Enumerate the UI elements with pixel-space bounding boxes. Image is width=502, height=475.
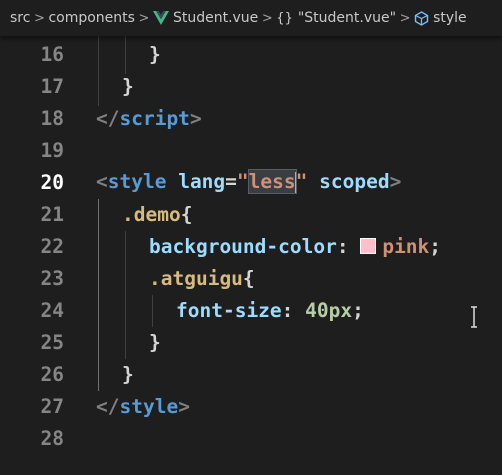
css-selector: .demo [122,202,181,226]
close-brace: } [149,42,161,66]
css-rule: .demo{ [122,203,192,226]
code-line: 21 .demo{ [0,198,502,230]
breadcrumb-file[interactable]: Student.vue [173,10,258,26]
css-semicolon: ; [352,298,364,322]
css-rule: .atguigu{ [149,267,255,290]
breadcrumb-style[interactable]: style [433,10,467,26]
tag-name: script [119,106,190,130]
css-colon: : [281,298,306,322]
attr-quote: " [295,170,308,194]
line-number-active: 20 [40,170,64,194]
chevron-right-icon: > [261,10,273,26]
code-line: 23 .atguigu{ [0,262,502,294]
breadcrumb-module[interactable]: "Student.vue" [298,10,396,26]
css-value: pink [382,234,430,258]
line-number: 17 [40,74,64,98]
close-brace: } [149,330,161,354]
tag-bracket: </ [96,106,120,130]
code-line: 28 [0,422,502,454]
code-line: 27 </style> [0,390,502,422]
css-property: background-color [149,234,337,258]
attr-quote: " [236,170,249,194]
mouse-ibeam-cursor-icon [468,306,480,328]
css-declaration: font-size: 40px; [176,299,364,322]
line-number: 28 [40,426,64,450]
tag-bracket: > [178,394,190,418]
line-number: 26 [40,362,64,386]
css-property: font-size [176,298,282,322]
line-number: 24 [40,298,64,322]
css-semicolon: ; [429,234,442,258]
line-number: 22 [40,234,64,258]
open-brace: { [180,202,193,226]
css-value: 40px [305,298,353,322]
tag-name: style [107,170,167,194]
attr-name: lang [178,170,226,194]
color-swatch-icon[interactable] [360,238,377,254]
tag-bracket: < [96,170,108,194]
close-brace: } [122,362,134,386]
open-brace: { [242,266,255,290]
code-line: 16 } [0,38,502,70]
style-open-tag: <style lang="less" scoped> [96,169,402,195]
attr-equals: = [225,170,237,194]
chevron-right-icon: > [399,10,411,26]
css-declaration: background-color: pink; [149,235,441,258]
code-line: 18 </script> [0,102,502,134]
line-number: 18 [40,106,64,130]
line-number: 27 [40,394,64,418]
line-number: 19 [40,138,64,162]
style-icon [414,10,429,26]
style-close-tag: </style> [96,395,190,418]
vue-icon [152,11,169,25]
script-close-tag: </script> [96,107,202,130]
code-line: 22 background-color: pink; [0,230,502,262]
code-line: 24 font-size: 40px; [0,294,502,326]
breadcrumb-src[interactable]: src [10,10,30,26]
code-line: 26 } [0,358,502,390]
line-number: 25 [40,330,64,354]
chevron-right-icon: > [138,10,150,26]
code-line-active: 20 <style lang="less" scoped> [0,166,502,198]
breadcrumb-components[interactable]: components [48,10,135,26]
line-number: 21 [40,202,64,226]
code-line: 25 } [0,326,502,358]
chevron-right-icon: > [34,10,45,26]
tag-bracket: > [189,106,202,130]
attr-value-highlight[interactable]: less [247,169,297,195]
code-line: 17 } [0,70,502,102]
line-number: 23 [40,266,64,290]
css-colon: : [336,234,361,258]
line-number: 16 [40,42,64,66]
code-line: 19 [0,134,502,166]
tag-bracket: </ [96,394,120,418]
close-brace: } [122,74,134,98]
breadcrumb: src > components > Student.vue > {} "Stu… [0,0,502,36]
attr-name: scoped [319,170,390,194]
braces-icon: {} [276,10,293,26]
tag-bracket: > [389,170,402,194]
tag-name: style [119,394,179,418]
code-editor[interactable]: src > components > Student.vue > {} "Stu… [0,0,502,475]
css-selector: .atguigu [149,266,243,290]
